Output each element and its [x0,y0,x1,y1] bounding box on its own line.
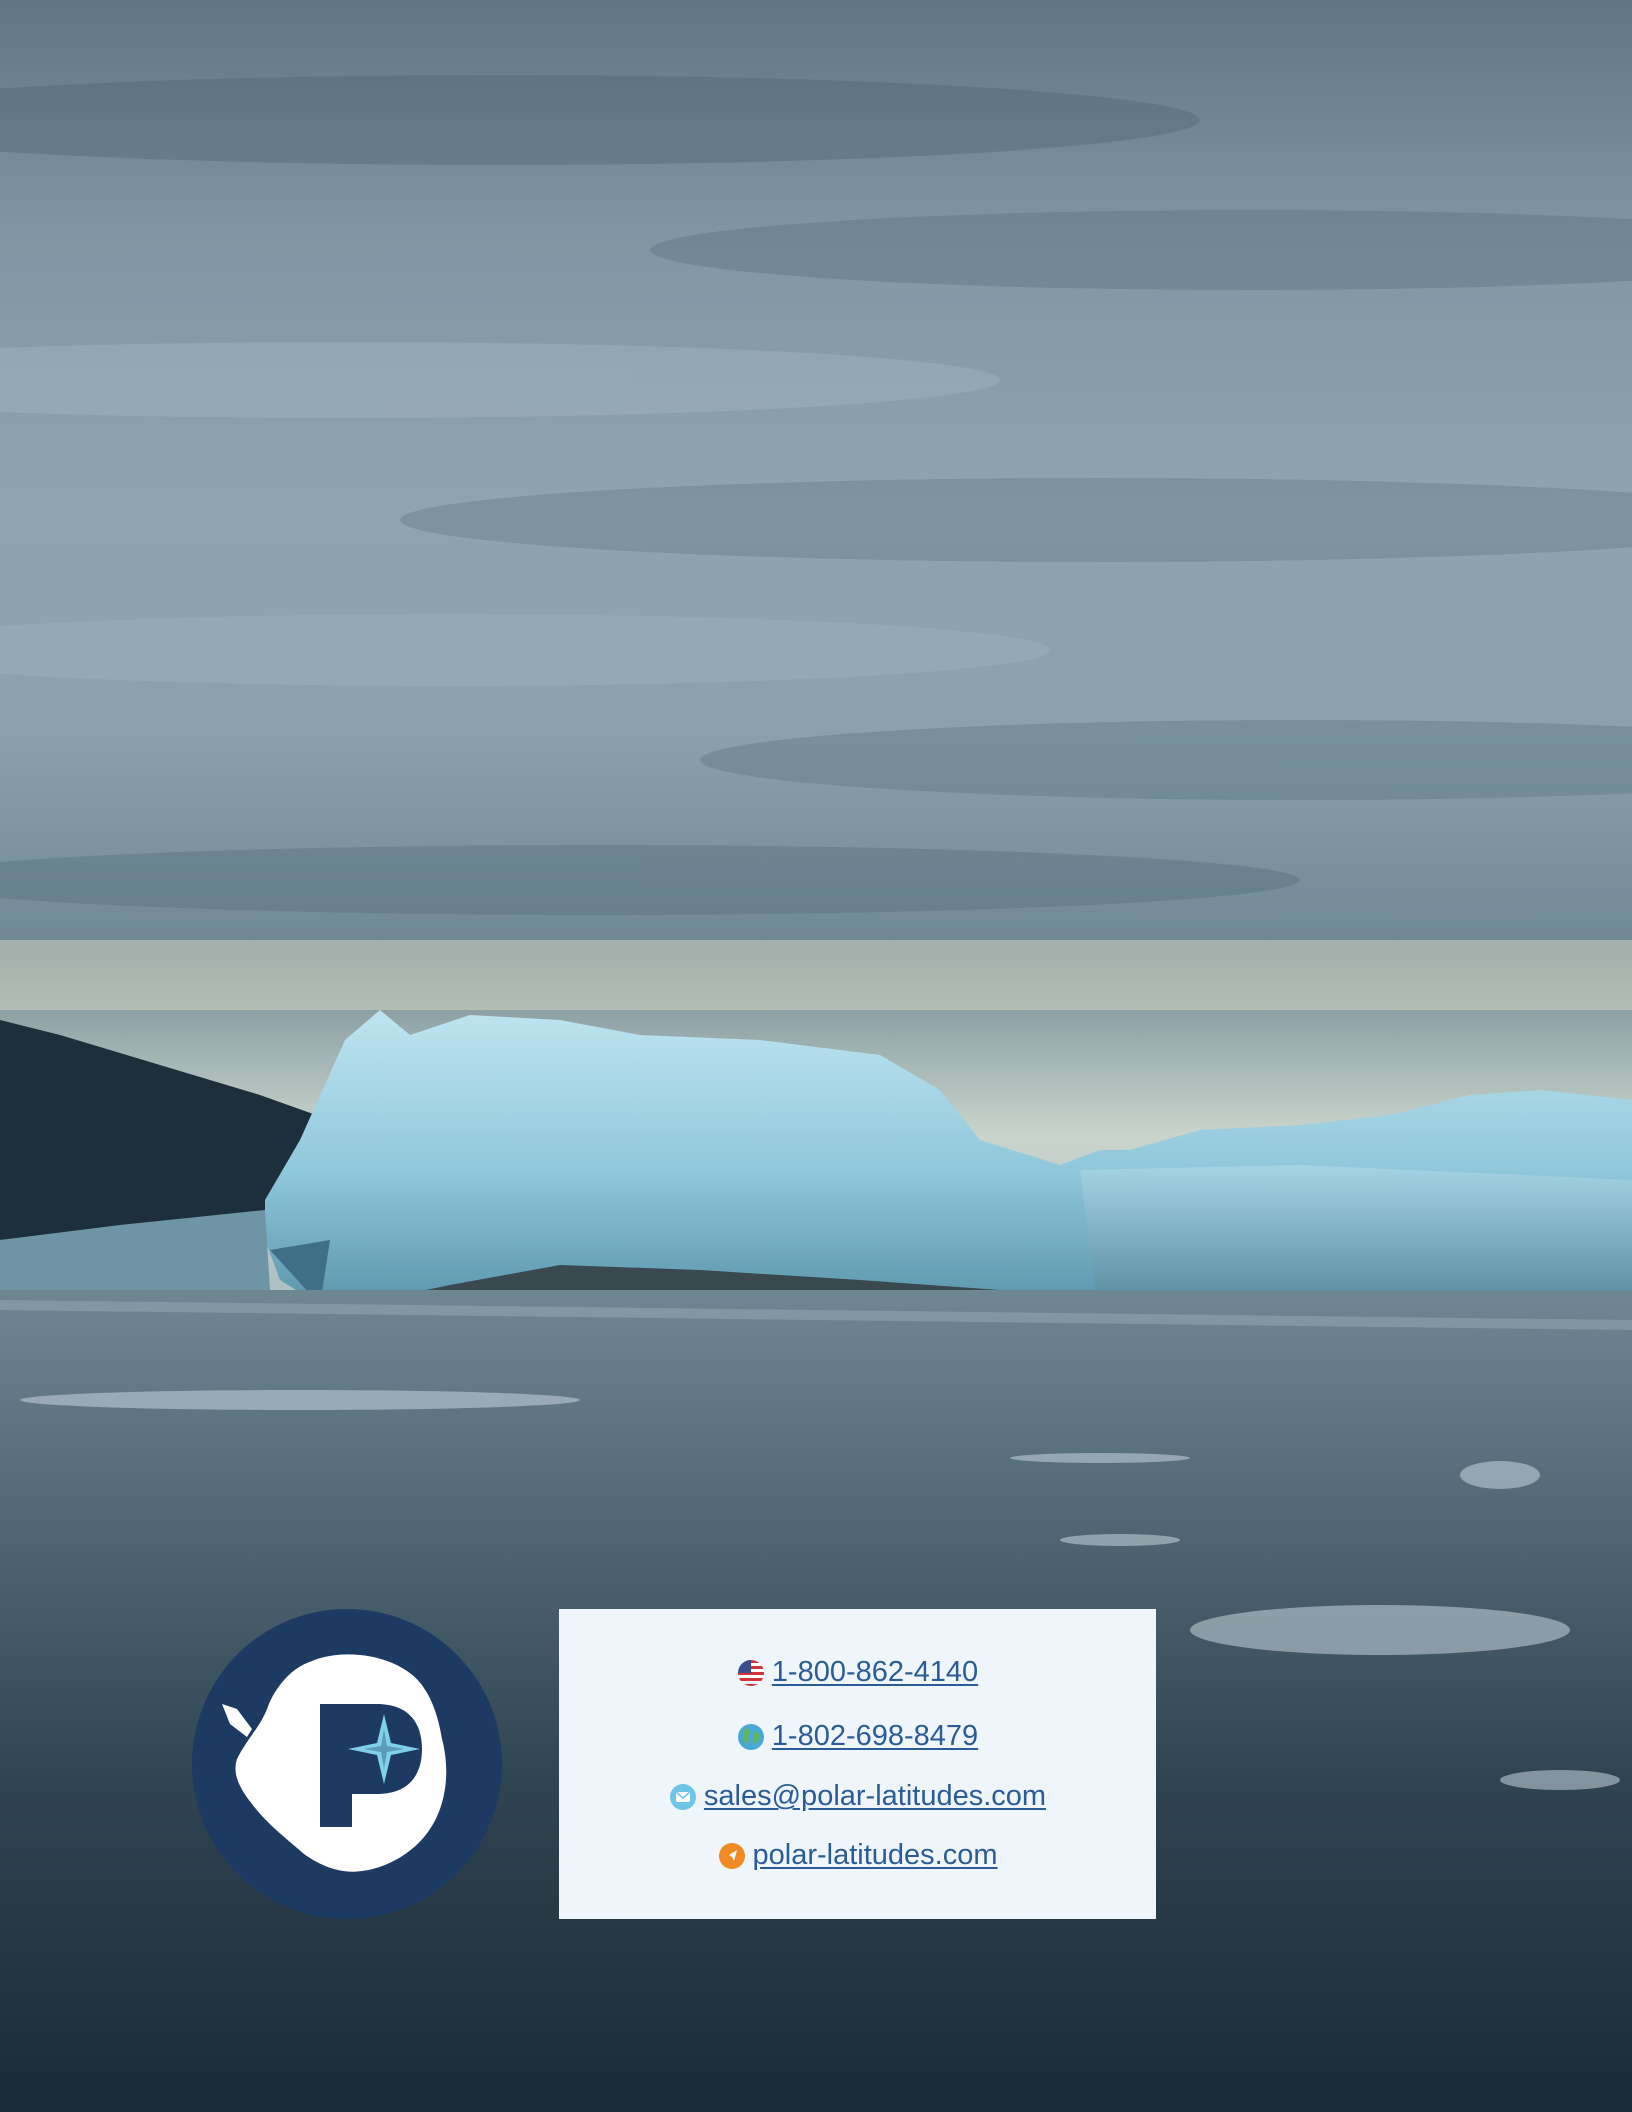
envelope-icon [669,1783,696,1810]
us-phone-row[interactable]: 1-800-862-4140 [559,1656,1156,1689]
globe-icon [737,1723,764,1750]
polar-latitudes-logo [192,1609,502,1919]
intl-phone-row[interactable]: 1-802-698-8479 [559,1720,1156,1753]
website-link[interactable]: polar-latitudes.com [753,1839,998,1872]
us-phone-link[interactable]: 1-800-862-4140 [772,1656,978,1689]
website-row[interactable]: polar-latitudes.com [559,1839,1156,1872]
intl-phone-link[interactable]: 1-802-698-8479 [772,1720,978,1753]
email-row[interactable]: sales@polar-latitudes.com [559,1780,1156,1813]
compass-icon [718,1842,745,1869]
email-link[interactable]: sales@polar-latitudes.com [704,1780,1046,1813]
us-flag-icon [737,1659,764,1686]
contact-card: 1-800-862-4140 1-802-698-8479 sales@pola… [559,1609,1156,1919]
